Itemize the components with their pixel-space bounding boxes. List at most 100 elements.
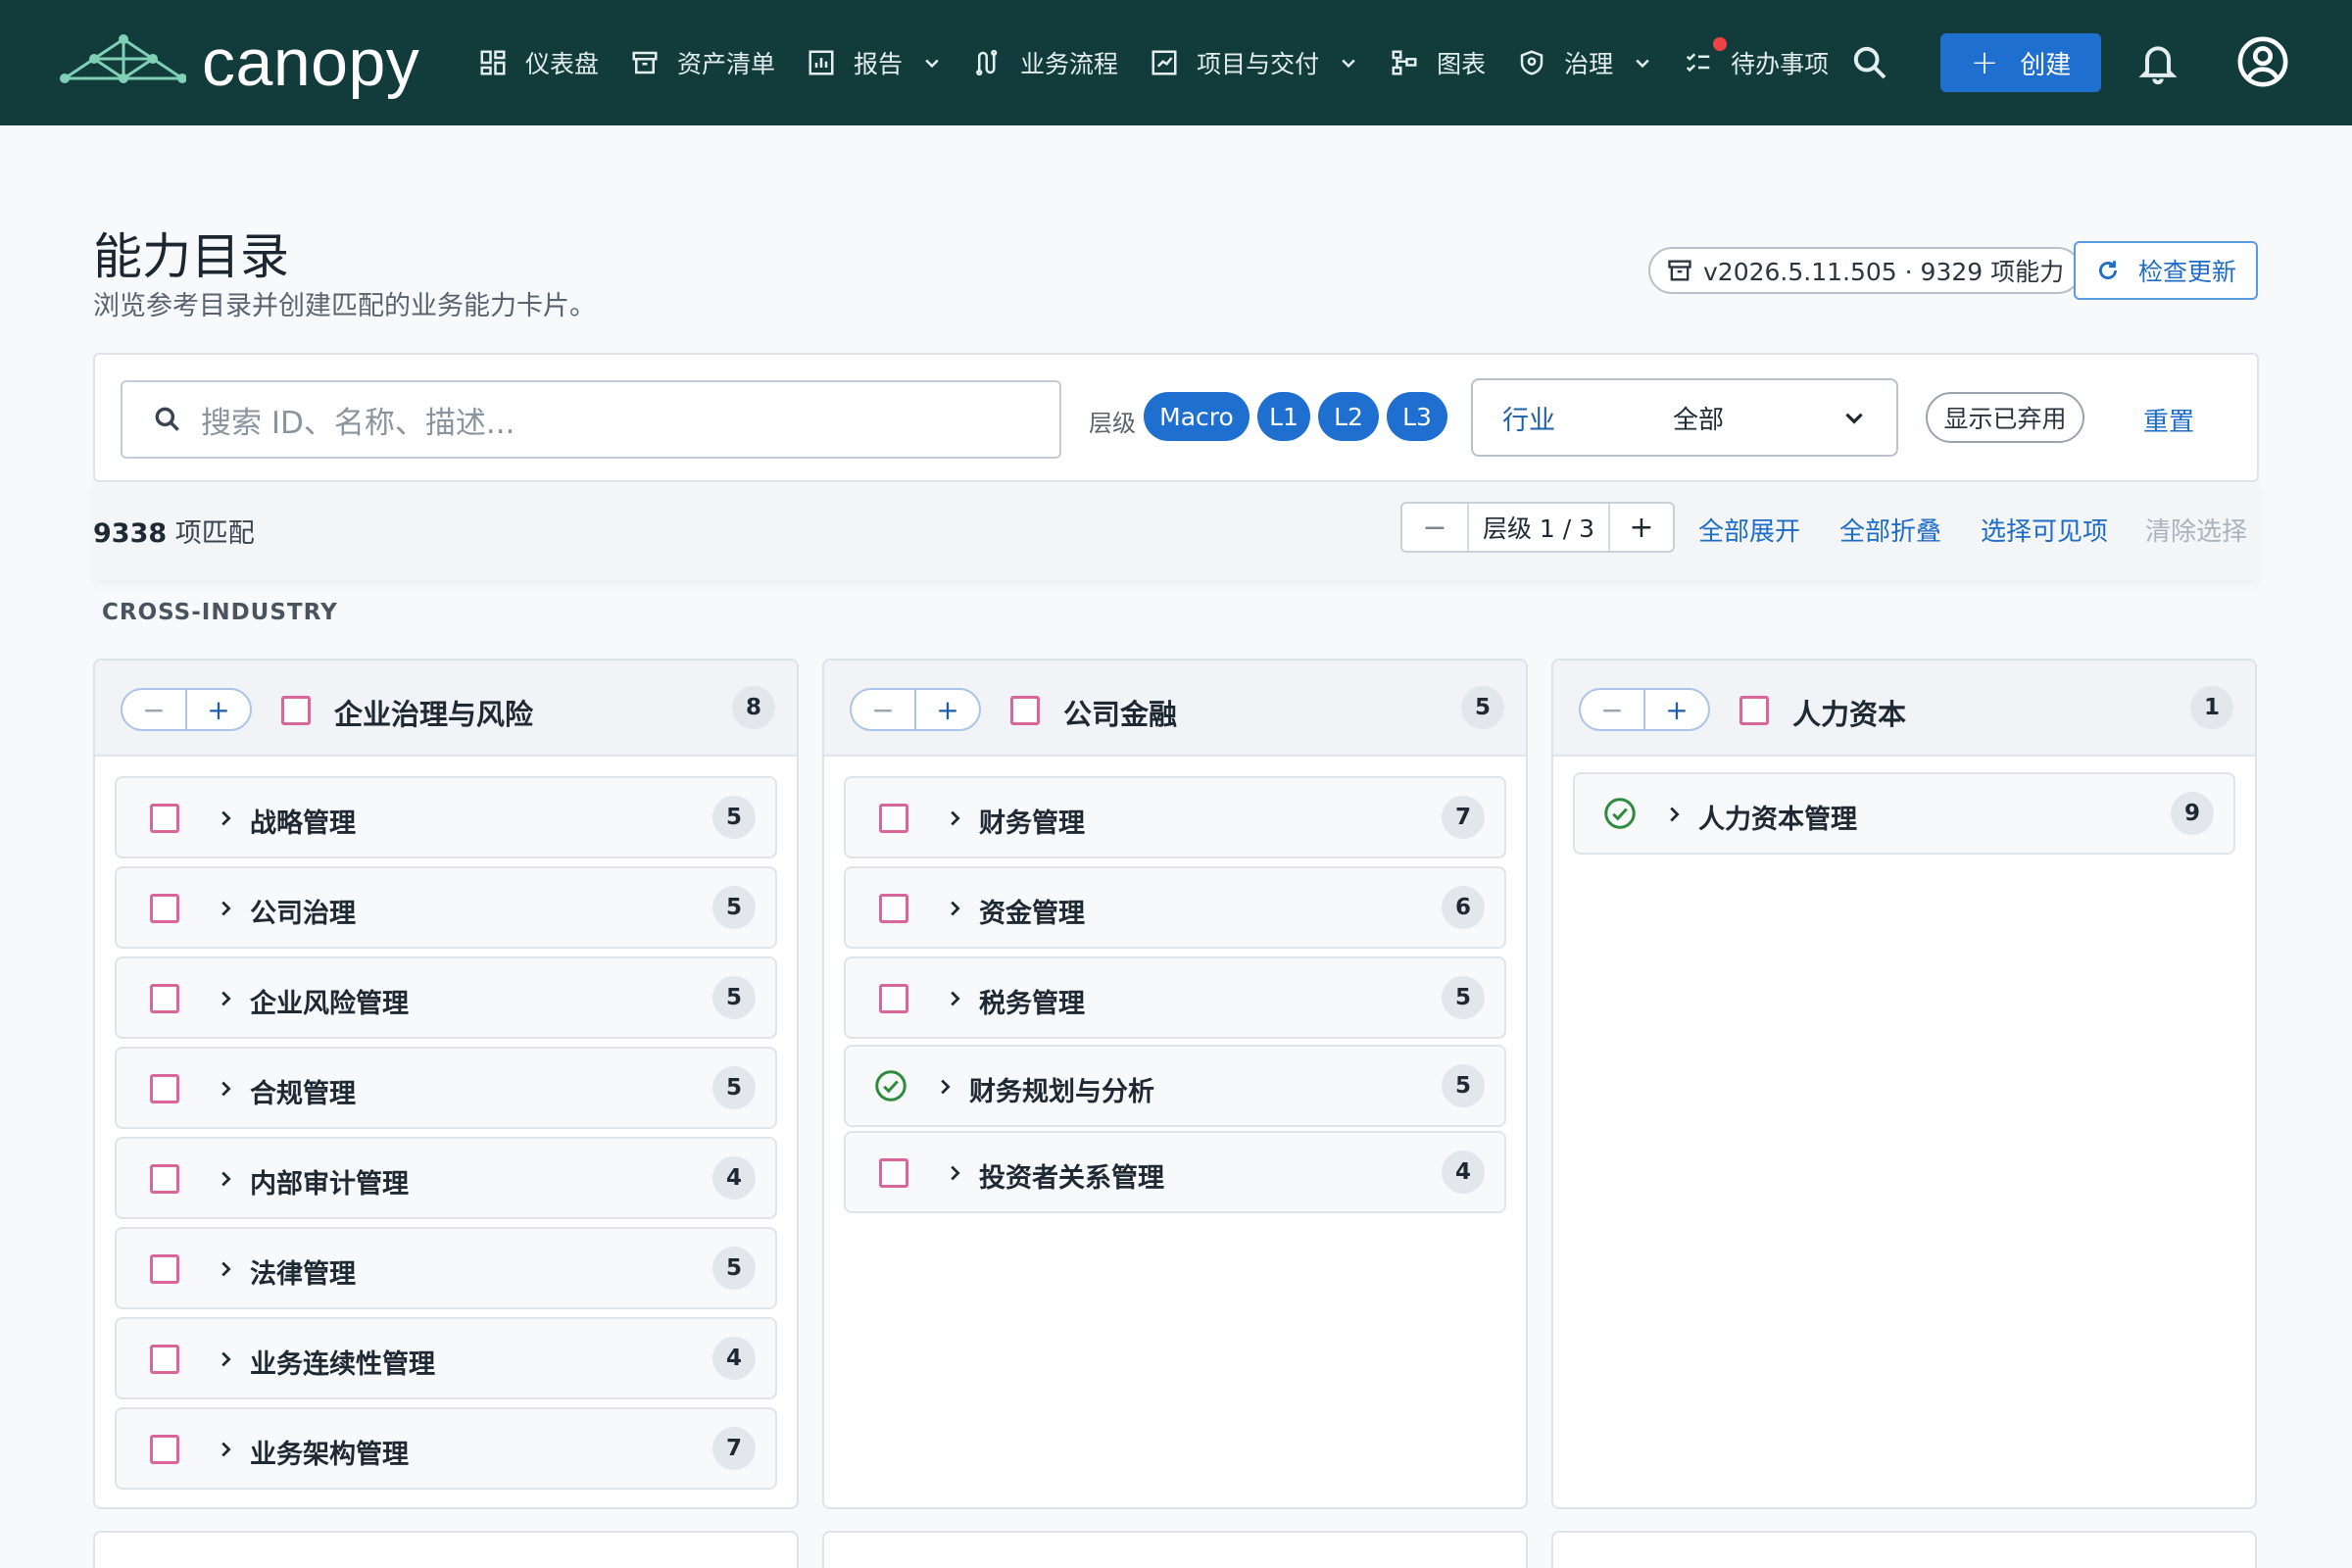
nav-item-label: 业务流程 xyxy=(1020,50,1119,78)
capability-row[interactable]: 公司治理 5 xyxy=(115,866,777,949)
row-checkbox[interactable] xyxy=(879,804,908,833)
chevron-right-icon[interactable] xyxy=(934,1076,956,1098)
report-chart-icon xyxy=(808,50,834,75)
chevron-right-icon[interactable] xyxy=(944,988,965,1009)
row-checkbox[interactable] xyxy=(879,984,908,1013)
expand-button[interactable]: + xyxy=(1643,690,1708,729)
nav-item-todo[interactable]: 待办事项 xyxy=(1684,0,1829,125)
chevron-right-icon[interactable] xyxy=(944,1162,965,1184)
capability-row[interactable]: 企业风险管理 5 xyxy=(115,956,777,1039)
capability-row[interactable]: 财务规划与分析 5 xyxy=(844,1045,1506,1127)
nav-item-projects[interactable]: 项目与交付 xyxy=(1150,0,1358,125)
level-pill-l3[interactable]: L3 xyxy=(1387,392,1447,441)
nav-item-reports[interactable]: 报告 xyxy=(807,0,942,125)
card-header: − + 企业治理与风险 8 xyxy=(95,661,797,757)
card-checkbox[interactable] xyxy=(281,696,311,725)
chevron-right-icon[interactable] xyxy=(1663,804,1685,825)
capability-row[interactable]: 财务管理 7 xyxy=(844,776,1506,858)
row-checkbox[interactable] xyxy=(150,1254,179,1284)
capability-row[interactable]: 业务连续性管理 4 xyxy=(115,1317,777,1399)
card-checkbox[interactable] xyxy=(1740,696,1769,725)
level-pill-l1[interactable]: L1 xyxy=(1257,392,1310,441)
chevron-right-icon[interactable] xyxy=(215,1439,236,1460)
archive-icon xyxy=(1668,260,1691,281)
reset-link[interactable]: 重置 xyxy=(2143,402,2194,438)
collapse-button[interactable]: − xyxy=(852,690,914,729)
card-header: − + 公司金融 5 xyxy=(824,661,1526,757)
create-button[interactable]: + 创建 xyxy=(1940,33,2101,92)
level-pill-macro[interactable]: Macro xyxy=(1144,392,1250,441)
nav-item-governance[interactable]: 治理 xyxy=(1517,0,1652,125)
match-suffix: 项匹配 xyxy=(167,518,255,549)
show-deprecated-toggle[interactable]: 显示已弃用 xyxy=(1926,392,2084,443)
check-circle-icon[interactable] xyxy=(1602,796,1638,831)
row-checkbox[interactable] xyxy=(150,804,179,833)
brand-name: canopy xyxy=(202,25,420,100)
filter-panel: 搜索 ID、名称、描述... 层级 Macro L1 L2 L3 行业 全部 显… xyxy=(93,353,2259,482)
row-checkbox[interactable] xyxy=(150,1074,179,1103)
collapse-button[interactable]: − xyxy=(122,690,185,729)
row-label: 业务连续性管理 xyxy=(250,1349,435,1380)
level-decrease-button[interactable]: − xyxy=(1402,504,1467,551)
capability-row[interactable]: 合规管理 5 xyxy=(115,1047,777,1129)
capability-row[interactable]: 人力资本管理 9 xyxy=(1573,772,2235,855)
collapse-all-link[interactable]: 全部折叠 xyxy=(1839,512,1941,548)
workflow-icon xyxy=(976,49,998,76)
search-input[interactable]: 搜索 ID、名称、描述... xyxy=(121,380,1061,459)
row-label: 内部审计管理 xyxy=(250,1169,409,1200)
industry-select[interactable]: 行业 全部 xyxy=(1471,378,1898,457)
row-checkbox[interactable] xyxy=(150,1345,179,1374)
chevron-right-icon[interactable] xyxy=(944,808,965,829)
count-badge: 4 xyxy=(1442,1151,1485,1194)
expand-button[interactable]: + xyxy=(185,690,250,729)
nav-item-diagrams[interactable]: 图表 xyxy=(1390,0,1486,125)
row-checkbox[interactable] xyxy=(879,1158,908,1188)
chevron-right-icon[interactable] xyxy=(215,1168,236,1190)
chevron-right-icon[interactable] xyxy=(215,808,236,829)
capability-row[interactable]: 资金管理 6 xyxy=(844,866,1506,949)
capability-row[interactable]: 内部审计管理 4 xyxy=(115,1137,777,1219)
user-account-icon[interactable] xyxy=(2236,35,2289,88)
row-checkbox[interactable] xyxy=(150,1164,179,1194)
capability-row[interactable]: 法律管理 5 xyxy=(115,1227,777,1309)
version-text: v2026.5.11.505 · 9329 项能力 xyxy=(1703,258,2065,286)
expand-button[interactable]: + xyxy=(914,690,979,729)
page-subtitle: 浏览参考目录并创建匹配的业务能力卡片。 xyxy=(93,291,596,321)
capability-row[interactable]: 税务管理 5 xyxy=(844,956,1506,1039)
chevron-right-icon[interactable] xyxy=(215,1078,236,1100)
chevron-right-icon[interactable] xyxy=(215,1348,236,1370)
capability-row[interactable]: 投资者关系管理 4 xyxy=(844,1131,1506,1213)
nav-item-label: 图表 xyxy=(1437,50,1487,78)
nav-item-dashboard[interactable]: 仪表盘 xyxy=(478,0,599,125)
row-checkbox[interactable] xyxy=(150,1435,179,1464)
expand-all-link[interactable]: 全部展开 xyxy=(1698,512,1800,548)
check-circle-icon[interactable] xyxy=(873,1068,908,1103)
row-checkbox[interactable] xyxy=(150,894,179,923)
row-checkbox[interactable] xyxy=(879,894,908,923)
nav-item-business-process[interactable]: 业务流程 xyxy=(973,0,1118,125)
level-increase-button[interactable]: + xyxy=(1608,504,1673,551)
row-checkbox[interactable] xyxy=(150,984,179,1013)
check-update-button[interactable]: 检查更新 xyxy=(2074,241,2258,300)
card-level-stepper: − + xyxy=(121,688,252,731)
collapse-button[interactable]: − xyxy=(1581,690,1643,729)
chevron-right-icon[interactable] xyxy=(215,898,236,919)
card-checkbox[interactable] xyxy=(1010,696,1040,725)
capability-card: − + 企业治理与风险 8 战略管理 5 公司治理 5 企业风险管理 5 合规管… xyxy=(93,659,799,1509)
bell-icon[interactable] xyxy=(2136,39,2180,86)
capability-row[interactable]: 战略管理 5 xyxy=(115,776,777,858)
level-stepper-value: 层级 1 / 3 xyxy=(1467,504,1608,551)
brand[interactable]: canopy xyxy=(59,24,431,101)
level-pill-l2[interactable]: L2 xyxy=(1318,392,1379,441)
nav-item-inventory[interactable]: 资产清单 xyxy=(630,0,775,125)
select-visible-link[interactable]: 选择可见项 xyxy=(1981,512,2108,548)
chevron-right-icon[interactable] xyxy=(944,898,965,919)
chevron-right-icon[interactable] xyxy=(215,1258,236,1280)
chevron-right-icon[interactable] xyxy=(215,988,236,1009)
count-badge: 9 xyxy=(2171,792,2214,835)
count-badge: 5 xyxy=(1461,686,1504,729)
search-icon[interactable] xyxy=(1850,43,1889,82)
industry-label: 行业 xyxy=(1502,405,1555,436)
capability-card: − + 公司金融 5 财务管理 7 资金管理 6 税务管理 5 财务规划与分析 … xyxy=(822,659,1528,1509)
capability-row[interactable]: 业务架构管理 7 xyxy=(115,1407,777,1490)
